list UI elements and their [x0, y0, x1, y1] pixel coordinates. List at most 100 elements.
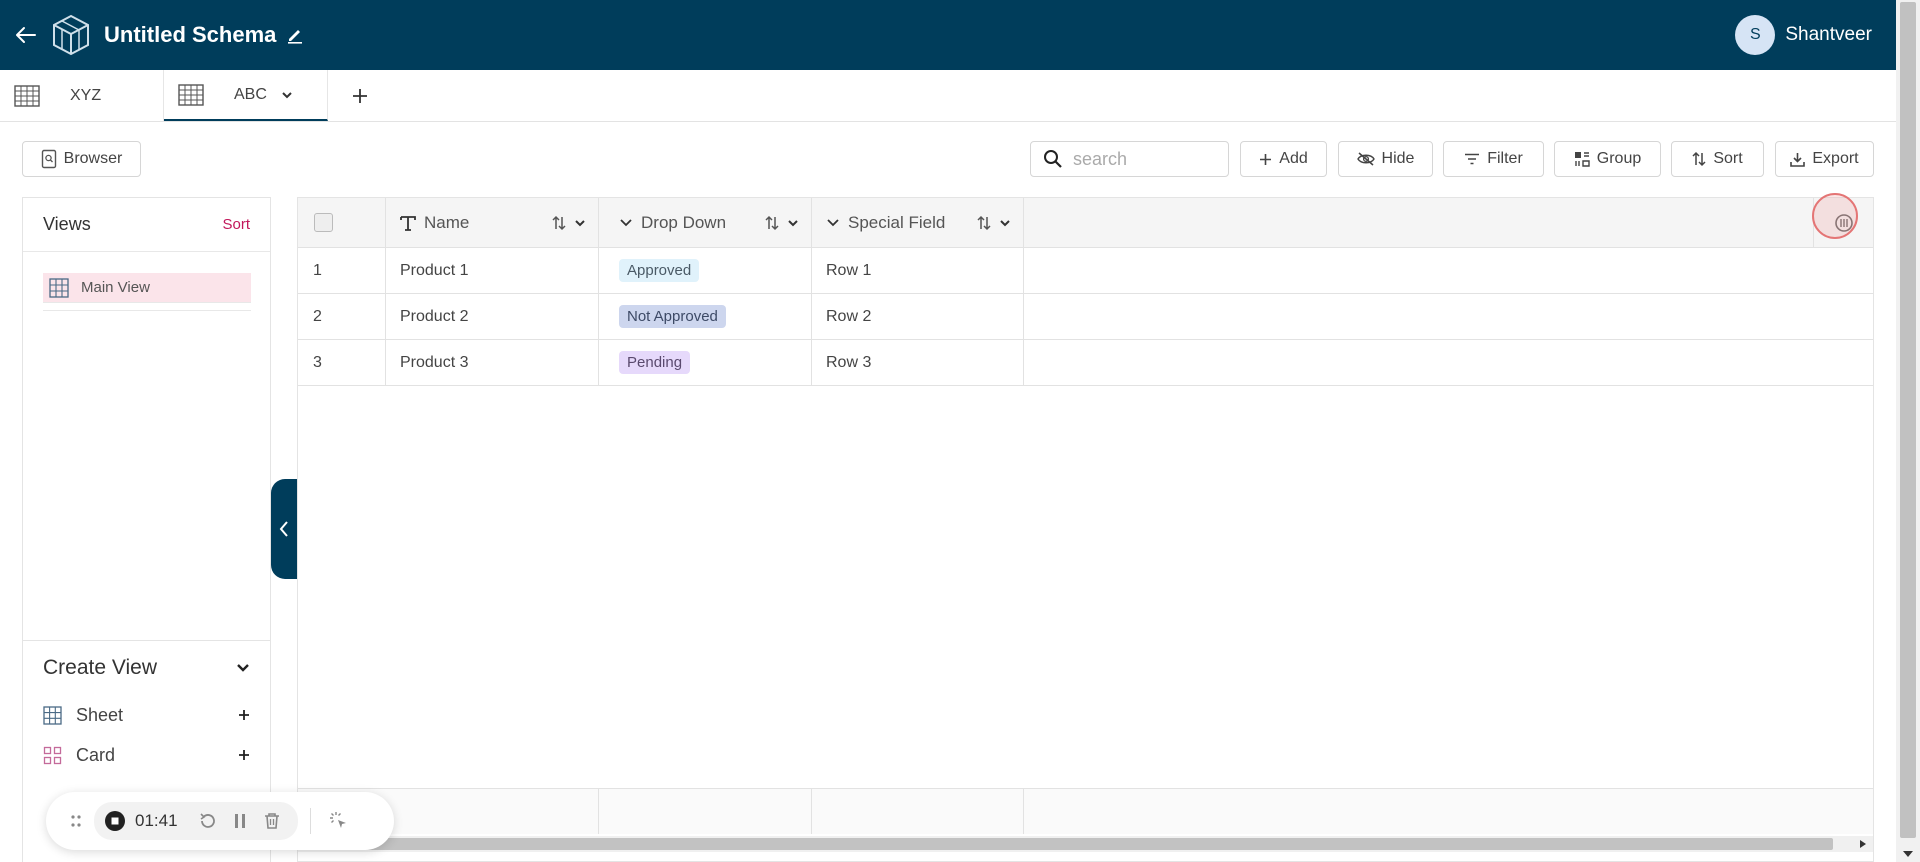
cell-special-field[interactable]: Row 2 — [812, 294, 1024, 339]
stop-icon — [105, 811, 125, 831]
browser-button[interactable]: Browser — [22, 141, 141, 177]
schema-title: Untitled Schema — [104, 22, 277, 47]
add-tab-button[interactable] — [328, 70, 392, 121]
row-filler — [1024, 294, 1875, 339]
header-row: Name Drop Down Special Field — [298, 198, 1873, 248]
sidebar-collapse-handle[interactable] — [271, 479, 297, 579]
export-label: Export — [1812, 150, 1859, 167]
column-header-name[interactable]: Name — [386, 198, 599, 247]
sort-button[interactable]: Sort — [1671, 141, 1764, 177]
cell-drop-down[interactable]: Pending — [599, 340, 812, 385]
cell-special-field[interactable]: Row 3 — [812, 340, 1024, 385]
cell-drop-down[interactable]: Approved — [599, 248, 812, 293]
screen-recorder-widget: 01:41 — [46, 792, 394, 850]
chevron-left-icon — [279, 521, 288, 537]
views-sidebar: Views Sort Main View Create View Sheet C… — [22, 197, 271, 862]
sort-arrows-icon[interactable] — [765, 215, 779, 231]
chevron-down-icon — [237, 664, 249, 672]
tab-label: ABC — [234, 85, 267, 103]
row-filler — [1024, 340, 1875, 385]
view-item-label: Main View — [81, 279, 150, 296]
view-item-main-view[interactable]: Main View — [43, 273, 251, 303]
filter-button[interactable]: Filter — [1443, 141, 1544, 177]
hide-label: Hide — [1381, 150, 1415, 167]
scrollbar-thumb[interactable] — [1900, 2, 1916, 838]
table-row[interactable]: 1 Product 1 Approved Row 1 — [298, 248, 1873, 294]
row-number: 1 — [298, 248, 386, 293]
restart-icon — [199, 813, 215, 828]
cell-name[interactable]: Product 3 — [386, 340, 599, 385]
hide-button[interactable]: Hide — [1338, 141, 1433, 177]
chevron-down-icon[interactable] — [787, 219, 799, 227]
tab-abc[interactable]: ABC — [164, 70, 328, 121]
download-icon — [1790, 152, 1806, 167]
arrow-down-icon[interactable] — [1902, 850, 1914, 858]
status-badge: Approved — [619, 259, 700, 282]
app-header: Untitled Schema S Shantveer — [0, 0, 1896, 70]
page-vertical-scrollbar[interactable] — [1896, 0, 1920, 862]
chevron-down-icon[interactable] — [574, 219, 586, 227]
column-label: Special Field — [848, 212, 946, 232]
trash-icon — [264, 813, 279, 829]
user-menu[interactable]: S Shantveer — [1735, 15, 1872, 55]
cell-name[interactable]: Product 1 — [386, 248, 599, 293]
row-number: 2 — [298, 294, 386, 339]
row-filler — [1024, 248, 1875, 293]
footer-cell — [599, 789, 812, 834]
plus-icon — [239, 750, 249, 760]
status-badge: Not Approved — [619, 305, 726, 328]
column-header-drop-down[interactable]: Drop Down — [599, 198, 812, 247]
group-button[interactable]: Group — [1554, 141, 1661, 177]
create-sheet-view-button[interactable]: Sheet — [23, 695, 270, 735]
create-view-header[interactable]: Create View — [23, 641, 270, 695]
arrow-right-icon[interactable] — [1859, 839, 1867, 849]
select-all-cell — [298, 198, 386, 247]
eye-off-icon — [1356, 152, 1375, 166]
user-name: Shantveer — [1785, 24, 1872, 45]
edit-title-button[interactable] — [286, 26, 304, 44]
column-header-special-field[interactable]: Special Field — [812, 198, 1024, 247]
search-input[interactable] — [1073, 148, 1223, 170]
views-header: Views Sort — [23, 198, 270, 252]
cell-drop-down[interactable]: Not Approved — [599, 294, 812, 339]
divider — [309, 808, 311, 834]
filter-label: Filter — [1487, 150, 1523, 167]
table-row[interactable]: 3 Product 3 Pending Row 3 — [298, 340, 1873, 386]
tab-xyz[interactable]: XYZ — [0, 70, 164, 121]
click-effect-toggle[interactable] — [323, 805, 355, 837]
table-row[interactable]: 2 Product 2 Not Approved Row 2 — [298, 294, 1873, 340]
footer-cell — [812, 789, 1024, 834]
export-button[interactable]: Export — [1775, 141, 1874, 177]
scrollbar-thumb[interactable] — [298, 838, 1833, 850]
table-tab-bar: XYZ ABC — [0, 70, 1896, 122]
recording-controls: 01:41 — [94, 802, 298, 840]
restart-recording-button[interactable] — [192, 805, 224, 837]
delete-recording-button[interactable] — [256, 805, 288, 837]
row-number: 3 — [298, 340, 386, 385]
create-card-view-button[interactable]: Card — [23, 735, 270, 775]
select-all-checkbox[interactable] — [314, 213, 333, 232]
sort-arrows-icon[interactable] — [552, 215, 566, 231]
create-view-title: Create View — [43, 656, 158, 679]
column-label: Name — [424, 212, 470, 232]
back-button[interactable] — [4, 13, 48, 57]
tab-label: XYZ — [70, 86, 102, 104]
drag-handle-icon[interactable] — [70, 814, 82, 828]
cell-name[interactable]: Product 2 — [386, 294, 599, 339]
tab-menu-button[interactable] — [281, 91, 293, 99]
sort-arrows-icon[interactable] — [977, 215, 991, 231]
grid-icon — [49, 277, 69, 298]
pause-recording-button[interactable] — [224, 805, 256, 837]
chevron-down-icon[interactable] — [999, 219, 1011, 227]
cell-special-field[interactable]: Row 1 — [812, 248, 1024, 293]
app-logo — [50, 13, 92, 57]
create-item-label: Card — [76, 744, 116, 765]
stop-recording-button[interactable] — [104, 805, 126, 837]
horizontal-scrollbar[interactable] — [298, 836, 1873, 852]
grid-icon — [43, 705, 62, 725]
add-button[interactable]: Add — [1240, 141, 1327, 177]
search-box — [1030, 141, 1229, 177]
views-sort-button[interactable]: Sort — [222, 216, 250, 233]
cursor-click-icon — [329, 812, 346, 828]
text-type-icon — [400, 215, 416, 231]
